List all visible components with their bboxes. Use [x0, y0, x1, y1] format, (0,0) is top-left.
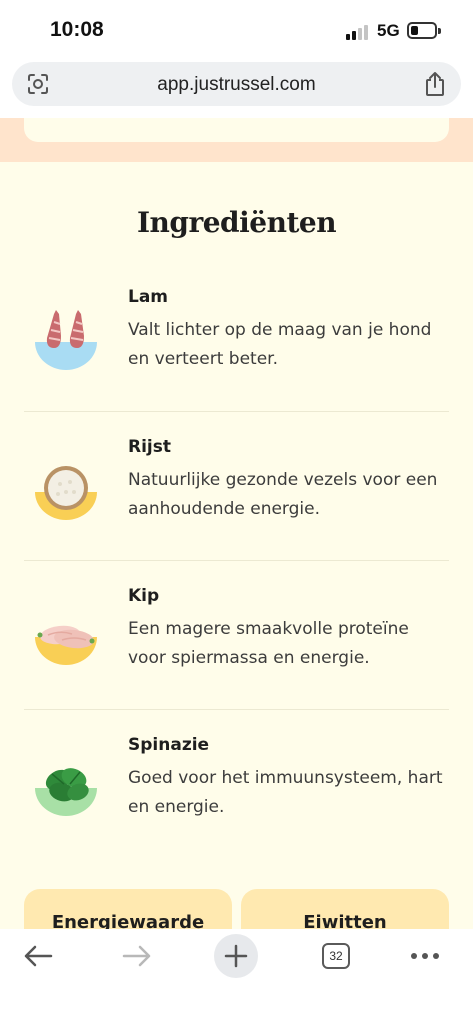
ingredient-item-kip: Kip Een magere smaakvolle proteïne voor … — [24, 560, 449, 709]
ingredient-description: Natuurlijke gezonde vezels voor een aanh… — [128, 470, 438, 519]
ingredients-title: Ingrediënten — [136, 206, 337, 239]
spinach-icon — [35, 768, 97, 816]
ingredient-description: Goed voor het immuunsysteem, hart en ene… — [128, 768, 443, 817]
new-tab-button[interactable] — [214, 934, 258, 978]
browser-toolbar: 32 — [0, 929, 473, 1024]
ingredient-item-spinazie: Spinazie Goed voor het immuunsysteem, ha… — [24, 709, 449, 858]
ingredient-description: Een magere smaakvolle proteïne voor spie… — [128, 619, 409, 668]
signal-icon — [346, 24, 372, 40]
previous-section-card — [24, 118, 449, 142]
back-arrow-icon[interactable] — [22, 943, 54, 969]
tab-switcher-button[interactable]: 32 — [322, 943, 350, 969]
network-label: 5G — [377, 21, 400, 40]
ingredient-item-lam: Lam Valt lichter op de maag van je hond … — [24, 262, 449, 411]
status-time: 10:08 — [50, 18, 104, 41]
ingredient-name: Spinazie — [128, 735, 210, 755]
chicken-icon — [35, 625, 97, 665]
ingredient-name: Rijst — [128, 437, 171, 457]
more-icon[interactable] — [410, 951, 440, 961]
lamb-icon — [35, 310, 97, 370]
address-bar[interactable]: app.justrussel.com — [12, 62, 461, 106]
previous-section-band — [0, 118, 473, 162]
browser-address-area: app.justrussel.com — [0, 60, 473, 118]
url-text[interactable]: app.justrussel.com — [12, 74, 461, 96]
ingredient-item-rijst: Rijst Natuurlijke gezonde vezels voor ee… — [24, 411, 449, 560]
status-bar: 10:08 5G — [0, 0, 473, 60]
ingredient-name: Lam — [128, 287, 169, 307]
share-icon[interactable] — [423, 71, 447, 97]
rice-icon — [35, 466, 97, 520]
battery-icon — [407, 22, 441, 39]
forward-arrow-icon[interactable] — [121, 943, 153, 969]
ingredient-name: Kip — [128, 586, 160, 606]
ingredient-description: Valt lichter op de maag van je hond en v… — [128, 320, 432, 369]
plus-icon — [224, 944, 248, 968]
